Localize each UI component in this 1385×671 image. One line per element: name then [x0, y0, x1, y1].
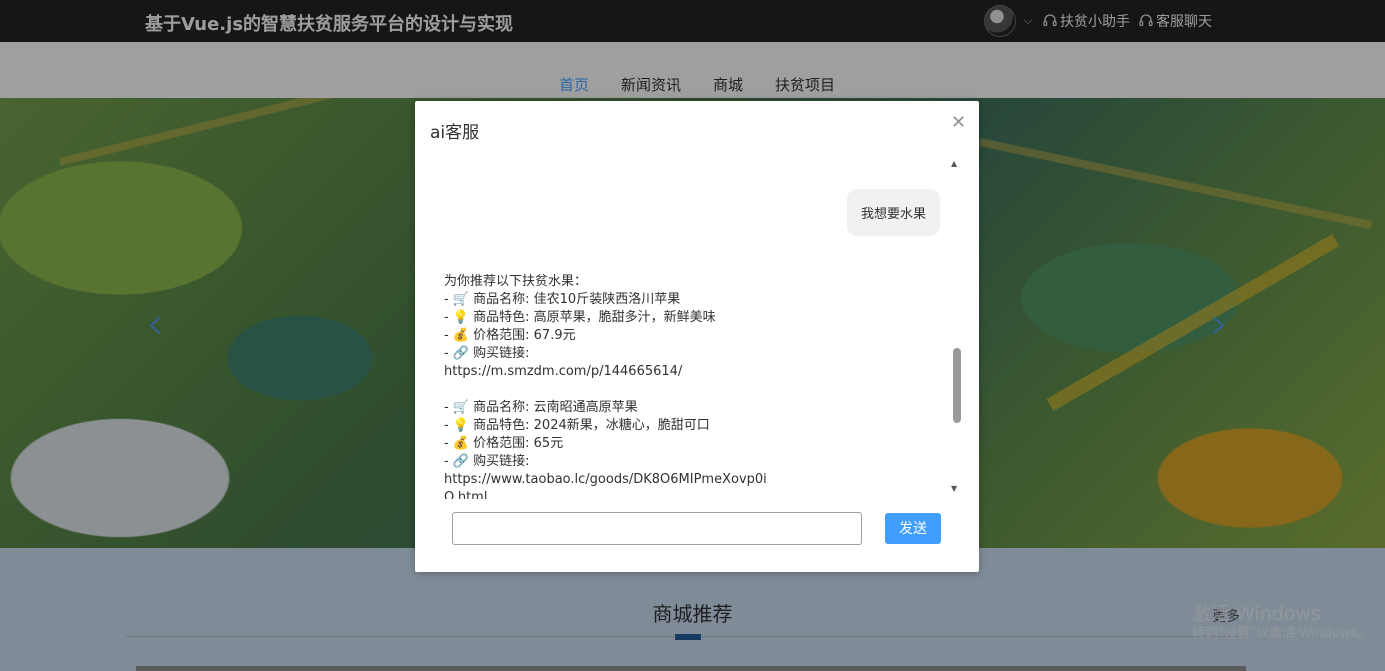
scroll-up-icon[interactable]: ▲: [951, 159, 957, 168]
bot-message: 为你推荐以下扶贫水果： - 🛒 商品名称: 佳农10斤装陕西洛川苹果 - 💡 商…: [444, 274, 767, 499]
chat-history[interactable]: 我想要水果 为你推荐以下扶贫水果： - 🛒 商品名称: 佳农10斤装陕西洛川苹果…: [415, 156, 963, 499]
scrollbar-thumb[interactable]: [953, 348, 961, 423]
scroll-down-icon[interactable]: ▼: [951, 484, 957, 493]
dialog-title: ai客服: [430, 123, 480, 143]
user-message: 我想要水果: [847, 189, 941, 236]
ai-chat-dialog: ai客服 ✕ 我想要水果 为你推荐以下扶贫水果： - 🛒 商品名称: 佳农10斤…: [415, 101, 979, 572]
page: 基于Vue.js的智慧扶贫服务平台的设计与实现 ⌵ 扶贫小助手 客服聊天 首页 …: [0, 0, 1385, 671]
chat-input[interactable]: [452, 512, 862, 545]
close-icon[interactable]: ✕: [951, 112, 966, 133]
send-button[interactable]: 发送: [885, 513, 941, 544]
